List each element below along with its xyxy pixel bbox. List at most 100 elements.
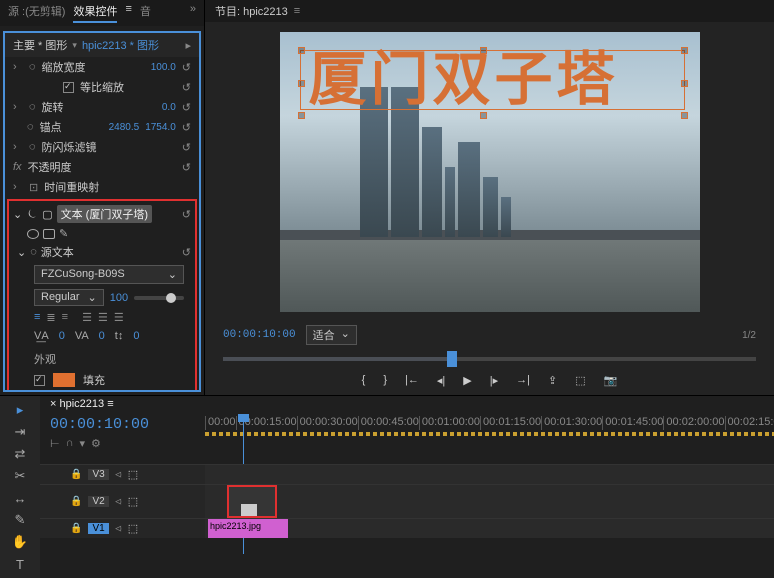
- type-tool-icon[interactable]: T: [9, 555, 31, 573]
- rect-mask-icon[interactable]: [43, 229, 55, 239]
- track-select-tool-icon[interactable]: ⇥: [9, 423, 31, 441]
- lock-icon[interactable]: 🔒: [70, 523, 82, 534]
- text-layer-header[interactable]: ⌄ ⏾ ▢ 文本 (厦门双子塔) ↺: [9, 203, 195, 225]
- clip-main-label: 主要 * 图形: [13, 37, 67, 53]
- reset-icon[interactable]: ↺: [182, 208, 191, 221]
- monitor-page: 1/2: [742, 330, 756, 341]
- go-in-icon[interactable]: |←: [405, 374, 419, 387]
- scrub-bar[interactable]: [205, 348, 774, 369]
- step-back-icon[interactable]: ◂|: [437, 374, 445, 387]
- prop-uniform-scale: 等比缩放 ↺: [5, 77, 199, 97]
- program-timecode[interactable]: 00:00:10:00: [223, 329, 296, 341]
- expand-icon[interactable]: ›: [13, 101, 23, 113]
- lock-icon[interactable]: 🔒: [70, 469, 82, 480]
- font-weight-row: Regular ⌄ 100: [34, 287, 195, 308]
- stopwatch-icon[interactable]: ◌: [27, 121, 34, 133]
- stopwatch-icon[interactable]: ◌: [29, 61, 36, 73]
- stopwatch-icon[interactable]: ◌: [30, 246, 37, 258]
- clip-link-label[interactable]: hpic2213 * 图形: [82, 37, 159, 53]
- mute-icon[interactable]: ⬚: [128, 495, 138, 508]
- expand-icon[interactable]: ›: [13, 181, 23, 193]
- lift-icon[interactable]: ⇪: [548, 374, 557, 387]
- go-out-icon[interactable]: →|: [516, 374, 530, 387]
- tab-effect-controls[interactable]: 效果控件: [73, 3, 117, 23]
- weight-select[interactable]: Regular ⌄: [34, 289, 104, 306]
- settings-icon[interactable]: ⚙: [91, 437, 101, 450]
- timeline-timecode[interactable]: 00:00:10:00: [50, 416, 195, 433]
- align-bot-icon[interactable]: ☰: [114, 311, 124, 324]
- reset-icon[interactable]: ↺: [182, 101, 191, 114]
- hand-tool-icon[interactable]: ✋: [9, 533, 31, 551]
- ellipse-mask-icon[interactable]: [27, 229, 39, 239]
- timeline-header-left: 00:00:10:00 ⊢ ∩ ▾ ⚙: [40, 412, 205, 454]
- link-icon[interactable]: ∩: [66, 437, 74, 450]
- timeline-tab[interactable]: × hpic2213 ≡: [40, 396, 774, 412]
- expand-icon[interactable]: ›: [13, 61, 23, 73]
- font-size-value[interactable]: 100: [110, 292, 128, 304]
- title-text-overlay[interactable]: 厦门双子塔: [300, 50, 685, 110]
- eye-icon[interactable]: ⏾: [26, 208, 38, 221]
- expand-icon[interactable]: ⌄: [17, 246, 26, 259]
- selection-tool-icon[interactable]: ▸: [9, 401, 31, 419]
- marker-icon[interactable]: ▾: [80, 437, 86, 450]
- program-tab[interactable]: 节目: hpic2213: [215, 3, 288, 19]
- tab-source[interactable]: 源 :(无剪辑): [8, 3, 65, 23]
- ripple-tool-icon[interactable]: ⇄: [9, 445, 31, 463]
- reset-icon[interactable]: ↺: [182, 141, 191, 154]
- play-icon[interactable]: ▶: [463, 374, 471, 387]
- eye-icon[interactable]: ⏿: [115, 469, 122, 480]
- tab-menu-icon[interactable]: ≡: [294, 5, 300, 17]
- mute-icon[interactable]: ⬚: [128, 468, 138, 481]
- eye-icon[interactable]: ⏿: [115, 523, 122, 534]
- pen-tool-icon[interactable]: ✎: [9, 511, 31, 529]
- graphics-clip[interactable]: [227, 485, 277, 518]
- align-right-icon[interactable]: ≡: [62, 311, 68, 324]
- tab-audio[interactable]: 音: [140, 3, 151, 23]
- stopwatch-icon[interactable]: ◌: [29, 141, 36, 153]
- playhead-icon[interactable]: [447, 351, 457, 367]
- slip-tool-icon[interactable]: ↔: [9, 489, 31, 507]
- uniform-checkbox[interactable]: [63, 82, 74, 93]
- font-select[interactable]: FZCuSong-B09S ⌄: [34, 265, 184, 284]
- mark-out-icon[interactable]: }: [383, 374, 387, 387]
- lock-icon[interactable]: 🔒: [70, 496, 82, 507]
- timeline-ruler[interactable]: 00:0000:00:15:0000:00:30:0000:00:45:0000…: [205, 412, 774, 454]
- transport-controls: { } |← ◂| ▶ |▸ →| ⇪ ⬚ 📷: [205, 369, 774, 395]
- step-fwd-icon[interactable]: |▸: [490, 374, 498, 387]
- stopwatch-icon[interactable]: ◌: [29, 101, 36, 113]
- eye-icon[interactable]: ⏿: [115, 496, 122, 507]
- fill-swatch[interactable]: [53, 373, 75, 387]
- align-center-icon[interactable]: ≣: [46, 311, 55, 324]
- text-layer-name[interactable]: 文本 (厦门双子塔): [57, 205, 152, 223]
- extract-icon[interactable]: ⬚: [575, 374, 585, 387]
- reset-icon[interactable]: ↺: [182, 161, 191, 174]
- reset-icon[interactable]: ↺: [182, 246, 191, 259]
- mask-shapes: ✎: [9, 225, 195, 242]
- zoom-select[interactable]: 适合 ⌄: [306, 325, 357, 345]
- reset-icon[interactable]: ↺: [182, 121, 191, 134]
- program-monitor[interactable]: 厦门双子塔: [280, 32, 700, 312]
- appearance-label: 外观: [34, 345, 195, 370]
- mute-icon[interactable]: ⬚: [128, 522, 138, 535]
- video-clip[interactable]: hpic2213.jpg: [208, 519, 288, 538]
- align-top-icon[interactable]: ☰: [82, 311, 92, 324]
- chevron-down-icon[interactable]: ▾: [72, 40, 77, 51]
- panel-menu-icon[interactable]: »: [190, 3, 196, 23]
- fill-checkbox[interactable]: [34, 375, 45, 386]
- pen-mask-icon[interactable]: ✎: [59, 227, 68, 240]
- tab-menu-icon[interactable]: ≡: [125, 3, 131, 23]
- timeline-toggle-icon[interactable]: ▸: [185, 39, 191, 52]
- box-icon: ▢: [42, 208, 52, 221]
- export-frame-icon[interactable]: 📷: [604, 374, 618, 387]
- snap-icon[interactable]: ⊢: [50, 437, 60, 450]
- expand-icon[interactable]: ⌄: [13, 208, 22, 221]
- clip-path-bar: 主要 * 图形 ▾ hpic2213 * 图形 ▸: [5, 33, 199, 57]
- razor-tool-icon[interactable]: ✂: [9, 467, 31, 485]
- reset-icon[interactable]: ↺: [182, 61, 191, 74]
- reset-icon[interactable]: ↺: [182, 81, 191, 94]
- align-mid-icon[interactable]: ☰: [98, 311, 108, 324]
- align-left-icon[interactable]: ≡: [34, 311, 40, 324]
- mark-in-icon[interactable]: {: [362, 374, 366, 387]
- expand-icon[interactable]: ›: [13, 141, 23, 153]
- size-slider[interactable]: [134, 296, 184, 300]
